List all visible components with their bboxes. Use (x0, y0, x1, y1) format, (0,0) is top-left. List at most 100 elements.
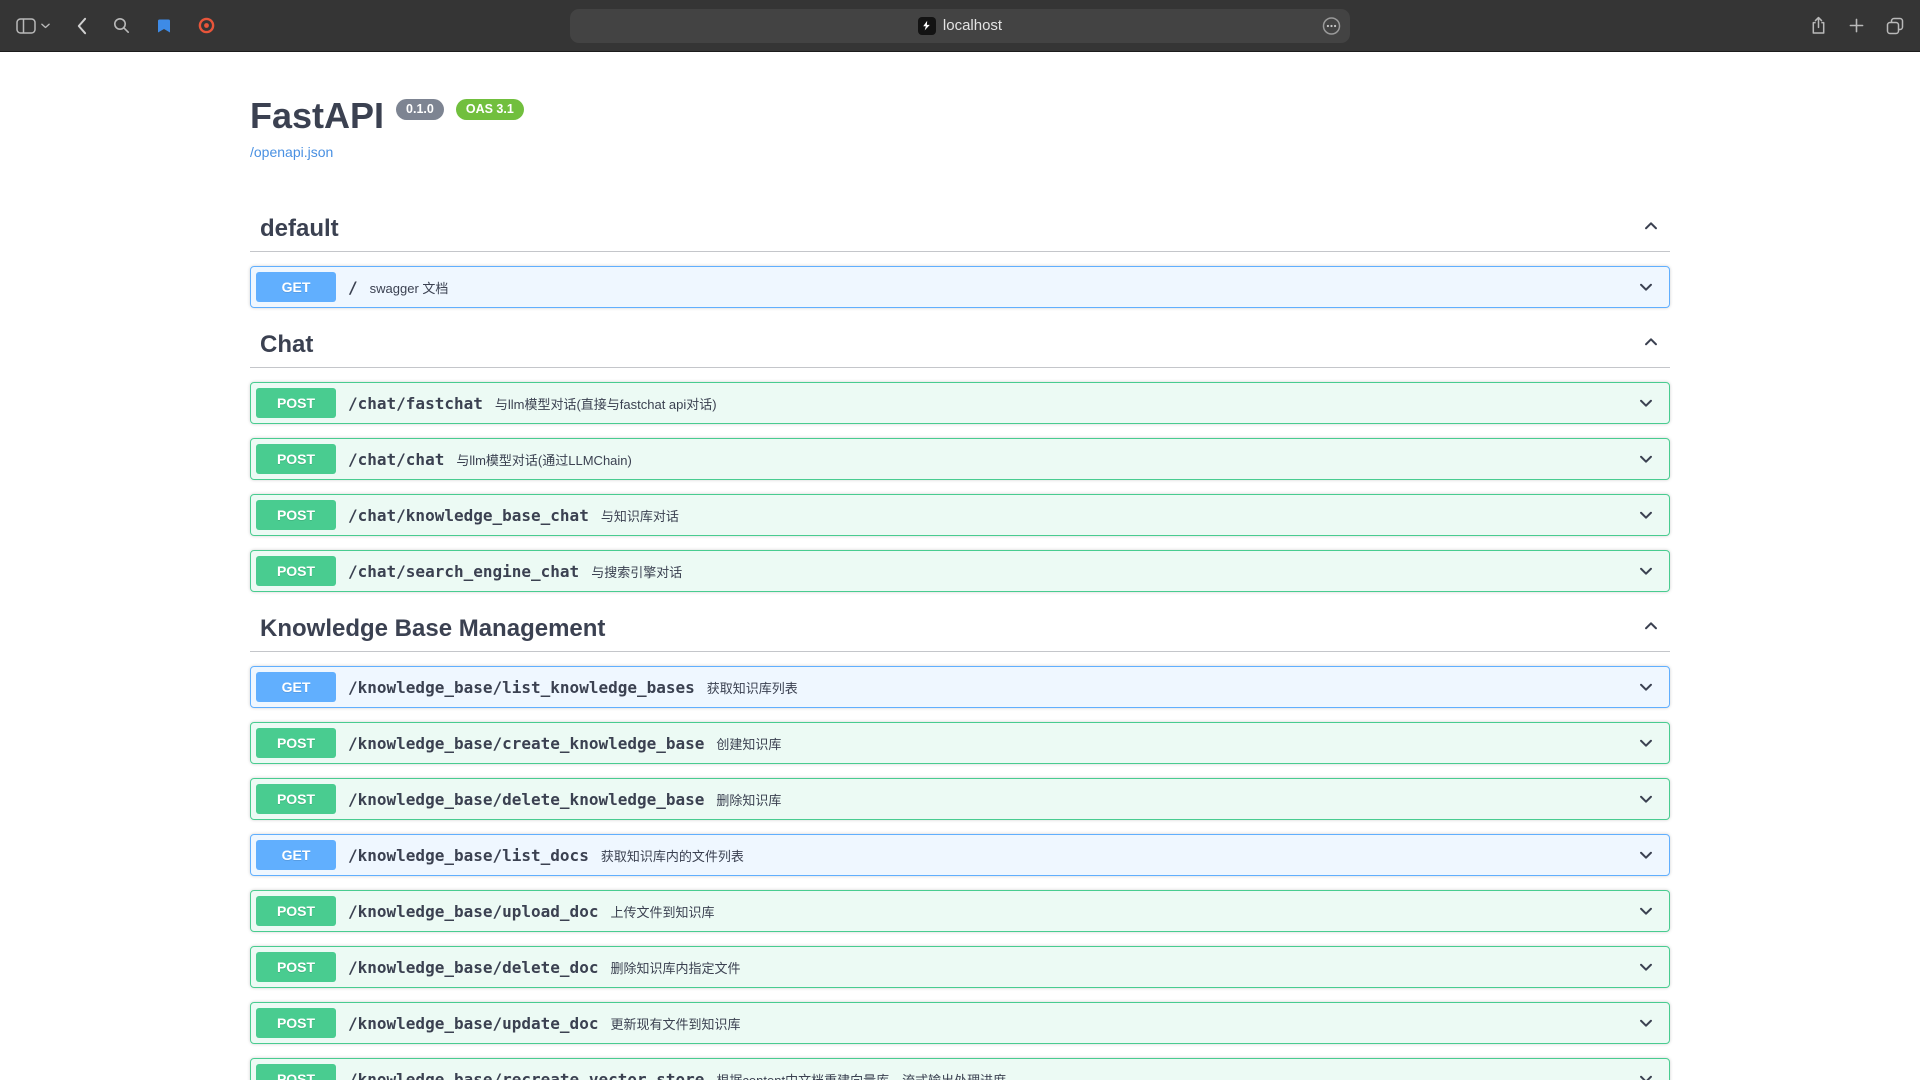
toolbar-left-group (16, 17, 215, 35)
endpoint-summary: 获取知识库列表 (707, 678, 1628, 697)
api-operation-row: GET /knowledge_base/list_knowledge_bases… (250, 666, 1670, 708)
chevron-down-icon[interactable] (1628, 506, 1664, 524)
search-button[interactable] (113, 17, 130, 34)
operation-summary[interactable]: POST /knowledge_base/upload_doc 上传文件到知识库 (251, 891, 1669, 931)
extension-icon-orange (198, 17, 215, 34)
extension-button-orange[interactable] (198, 17, 215, 34)
operation-summary[interactable]: POST /chat/search_engine_chat 与搜索引擎对话 (251, 551, 1669, 591)
openapi-spec-link[interactable]: /openapi.json (250, 144, 333, 160)
chevron-down-icon[interactable] (1628, 902, 1664, 920)
api-operation-row: POST /knowledge_base/recreate_vector_sto… (250, 1058, 1670, 1080)
http-method-badge: POST (256, 728, 336, 758)
extensions-menu-button[interactable] (1322, 16, 1341, 35)
http-method-badge: POST (256, 556, 336, 586)
new-tab-button[interactable] (1849, 18, 1864, 33)
chevron-down-icon[interactable] (1628, 450, 1664, 468)
sidebar-icon (16, 18, 36, 34)
chevron-down-icon[interactable] (1628, 1070, 1664, 1080)
endpoint-path: /knowledge_base/upload_doc (348, 902, 598, 921)
endpoint-summary: 与搜索引擎对话 (591, 562, 1628, 581)
chevron-down-icon[interactable] (1628, 958, 1664, 976)
api-operation-row: POST /knowledge_base/create_knowledge_ba… (250, 722, 1670, 764)
chevron-up-icon[interactable] (1642, 333, 1660, 356)
http-method-badge: GET (256, 840, 336, 870)
circled-ellipsis-icon (1322, 16, 1341, 35)
endpoint-path: /knowledge_base/update_doc (348, 1014, 598, 1033)
chevron-down-icon[interactable] (1628, 394, 1664, 412)
page-title: FastAPI (250, 96, 384, 136)
http-method-badge: GET (256, 272, 336, 302)
back-button[interactable] (76, 17, 87, 35)
api-operation-row: POST /knowledge_base/update_doc 更新现有文件到知… (250, 1002, 1670, 1044)
api-operation-row: GET /knowledge_base/list_docs 获取知识库内的文件列… (250, 834, 1670, 876)
page-content: FastAPI 0.1.0 OAS 3.1 /openapi.json defa… (0, 52, 1920, 1080)
chevron-down-icon[interactable] (1628, 562, 1664, 580)
api-operation-row: POST /knowledge_base/delete_knowledge_ba… (250, 778, 1670, 820)
operation-summary[interactable]: POST /knowledge_base/recreate_vector_sto… (251, 1059, 1669, 1080)
tabs-overview-button[interactable] (1886, 17, 1904, 35)
chevron-down-icon[interactable] (1628, 1014, 1664, 1032)
operation-summary[interactable]: POST /chat/fastchat 与llm模型对话(直接与fastchat… (251, 383, 1669, 423)
site-favicon-icon (918, 17, 936, 35)
operation-summary[interactable]: POST /knowledge_base/update_doc 更新现有文件到知… (251, 1003, 1669, 1043)
endpoint-summary: 与llm模型对话(直接与fastchat api对话) (495, 394, 1628, 413)
operation-summary[interactable]: GET / swagger 文档 (251, 267, 1669, 307)
endpoint-path: /knowledge_base/list_docs (348, 846, 589, 865)
address-bar[interactable]: localhost (570, 9, 1350, 43)
http-method-badge: POST (256, 896, 336, 926)
api-section: Knowledge Base Management GET /knowledge… (250, 606, 1670, 1080)
api-operation-row: POST /knowledge_base/upload_doc 上传文件到知识库 (250, 890, 1670, 932)
http-method-badge: GET (256, 672, 336, 702)
operation-summary[interactable]: POST /knowledge_base/delete_knowledge_ba… (251, 779, 1669, 819)
operation-summary[interactable]: POST /chat/knowledge_base_chat 与知识库对话 (251, 495, 1669, 535)
endpoint-path: /knowledge_base/recreate_vector_store (348, 1070, 704, 1080)
endpoint-summary: 与知识库对话 (601, 506, 1628, 525)
api-operation-row: POST /chat/chat 与llm模型对话(通过LLMChain) (250, 438, 1670, 480)
chevron-down-icon[interactable] (1628, 846, 1664, 864)
endpoint-path: /knowledge_base/delete_knowledge_base (348, 790, 704, 809)
extension-icon-blue (156, 18, 172, 34)
section-header-chat[interactable]: Chat (250, 322, 1670, 368)
endpoint-summary: 更新现有文件到知识库 (610, 1014, 1628, 1033)
share-button[interactable] (1810, 16, 1827, 35)
operation-summary[interactable]: GET /knowledge_base/list_docs 获取知识库内的文件列… (251, 835, 1669, 875)
http-method-badge: POST (256, 784, 336, 814)
api-operation-row: POST /chat/fastchat 与llm模型对话(直接与fastchat… (250, 382, 1670, 424)
http-method-badge: POST (256, 1064, 336, 1080)
http-method-badge: POST (256, 500, 336, 530)
chevron-left-icon (76, 17, 87, 35)
sidebar-toggle-button[interactable] (16, 18, 50, 34)
api-operation-row: GET / swagger 文档 (250, 266, 1670, 308)
endpoint-summary: 删除知识库 (716, 790, 1628, 809)
endpoint-path: /chat/knowledge_base_chat (348, 506, 589, 525)
chevron-up-icon[interactable] (1642, 217, 1660, 240)
api-section: Chat POST /chat/fastchat 与llm模型对话(直接与fas… (250, 322, 1670, 592)
endpoint-path: /chat/search_engine_chat (348, 562, 579, 581)
api-info: FastAPI 0.1.0 OAS 3.1 /openapi.json (250, 96, 1670, 162)
endpoint-path: /chat/chat (348, 450, 444, 469)
operation-summary[interactable]: POST /knowledge_base/delete_doc 删除知识库内指定… (251, 947, 1669, 987)
share-icon (1810, 16, 1827, 35)
chevron-down-icon[interactable] (1628, 678, 1664, 696)
chevron-up-icon[interactable] (1642, 617, 1660, 640)
operation-summary[interactable]: GET /knowledge_base/list_knowledge_bases… (251, 667, 1669, 707)
http-method-badge: POST (256, 444, 336, 474)
url-text: localhost (943, 17, 1002, 34)
extension-button-blue[interactable] (156, 18, 172, 34)
endpoint-path: /knowledge_base/list_knowledge_bases (348, 678, 695, 697)
operation-summary[interactable]: POST /knowledge_base/create_knowledge_ba… (251, 723, 1669, 763)
tabs-overview-icon (1886, 17, 1904, 35)
section-title: Knowledge Base Management (260, 615, 1642, 642)
sidebar-caret-icon (41, 23, 50, 29)
endpoint-summary: 与llm模型对话(通过LLMChain) (456, 450, 1628, 469)
search-icon (113, 17, 130, 34)
section-header-default[interactable]: default (250, 206, 1670, 252)
chevron-down-icon[interactable] (1628, 790, 1664, 808)
endpoint-path: / (348, 278, 358, 297)
chevron-down-icon[interactable] (1628, 278, 1664, 296)
chevron-down-icon[interactable] (1628, 734, 1664, 752)
section-header-knowledge-base[interactable]: Knowledge Base Management (250, 606, 1670, 652)
api-section: default GET / swagger 文档 (250, 206, 1670, 308)
operation-summary[interactable]: POST /chat/chat 与llm模型对话(通过LLMChain) (251, 439, 1669, 479)
endpoint-summary: 删除知识库内指定文件 (610, 958, 1628, 977)
